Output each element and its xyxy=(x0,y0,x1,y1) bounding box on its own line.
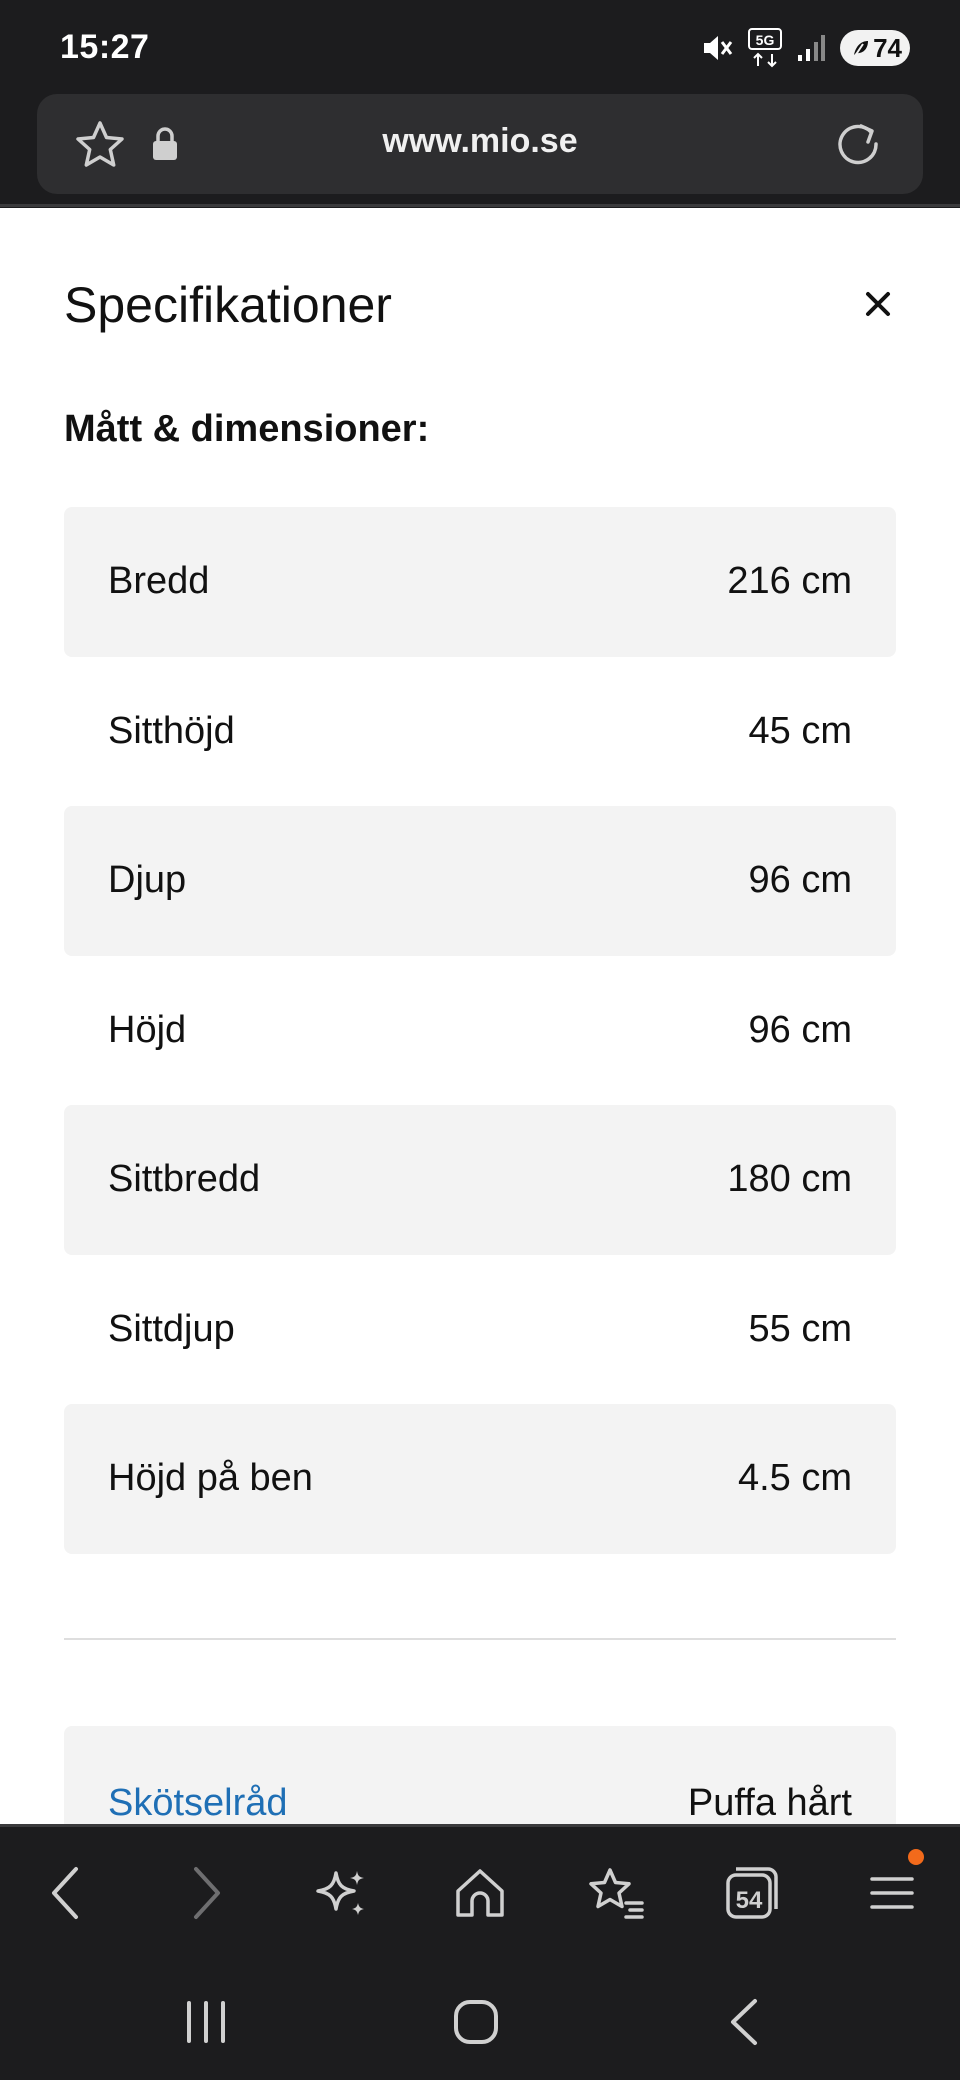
tabs-count: 54 xyxy=(735,1887,763,1914)
divider xyxy=(64,1638,896,1640)
menu-icon[interactable] xyxy=(860,1849,924,1925)
bookmarks-icon[interactable] xyxy=(584,1861,648,1925)
care-row: Skötselråd Puffa hårt xyxy=(64,1726,896,1824)
browser-toolbar: 54 xyxy=(0,1824,960,1954)
spec-row: Höjd på ben 4.5 cm xyxy=(64,1404,896,1554)
spec-row: Sittbredd 180 cm xyxy=(64,1105,896,1255)
close-icon[interactable] xyxy=(858,284,898,324)
spec-label: Bredd xyxy=(108,560,210,603)
home-icon[interactable] xyxy=(448,1861,512,1925)
browser-header: www.mio.se xyxy=(0,92,960,207)
spec-value: 96 cm xyxy=(748,1008,852,1051)
spec-label: Höjd på ben xyxy=(108,1457,313,1500)
spec-value: 180 cm xyxy=(727,1158,852,1201)
svg-text:5G: 5G xyxy=(756,32,775,48)
spec-row: Djup 96 cm xyxy=(64,806,896,956)
url-text[interactable]: www.mio.se xyxy=(37,122,923,161)
system-nav xyxy=(0,1954,960,2080)
status-bar: 15:27 5G 74 xyxy=(0,0,960,92)
spec-row: Sittdjup 55 cm xyxy=(64,1255,896,1405)
5g-data-icon: 5G xyxy=(748,28,782,68)
battery-level: 74 xyxy=(873,32,902,63)
notification-dot xyxy=(908,1849,924,1865)
spec-panel: Specifikationer Mått & dimensioner: Bred… xyxy=(0,208,960,1824)
battery-icon: 74 xyxy=(840,30,910,66)
spec-value: 96 cm xyxy=(748,859,852,902)
status-time: 15:27 xyxy=(60,28,150,66)
home-nav-icon[interactable] xyxy=(446,1992,506,2052)
spec-label: Höjd xyxy=(108,1008,187,1051)
spec-value: 216 cm xyxy=(727,560,852,603)
spec-table: Bredd 216 cm Sitthöjd 45 cm Djup 96 cm H… xyxy=(64,507,896,1554)
section-heading: Mått & dimensioner: xyxy=(64,408,430,450)
mute-icon xyxy=(700,31,734,65)
sparkle-icon[interactable] xyxy=(310,1861,374,1925)
reload-icon[interactable] xyxy=(831,116,885,170)
spec-label: Sittbredd xyxy=(108,1158,261,1201)
spec-row: Sitthöjd 45 cm xyxy=(64,657,896,807)
back-icon[interactable] xyxy=(34,1861,98,1925)
status-icons: 5G 74 xyxy=(700,28,910,68)
spec-value: 55 cm xyxy=(748,1307,852,1350)
forward-icon[interactable] xyxy=(174,1861,238,1925)
recents-icon[interactable] xyxy=(176,1992,236,2052)
spec-label: Djup xyxy=(108,859,187,902)
care-link[interactable]: Skötselråd xyxy=(108,1782,288,1824)
care-value: Puffa hårt xyxy=(687,1782,852,1824)
spec-row: Höjd 96 cm xyxy=(64,956,896,1106)
page-title: Specifikationer xyxy=(64,277,392,333)
signal-icon xyxy=(796,33,826,63)
spec-label: Sitthöjd xyxy=(108,709,235,752)
spec-value: 45 cm xyxy=(748,709,852,752)
back-nav-icon[interactable] xyxy=(716,1992,776,2052)
address-bar[interactable]: www.mio.se xyxy=(37,94,923,194)
tabs-icon[interactable]: 54 xyxy=(720,1861,784,1925)
spec-label: Sittdjup xyxy=(108,1307,235,1350)
spec-row: Bredd 216 cm xyxy=(64,507,896,657)
spec-value: 4.5 cm xyxy=(737,1457,852,1500)
